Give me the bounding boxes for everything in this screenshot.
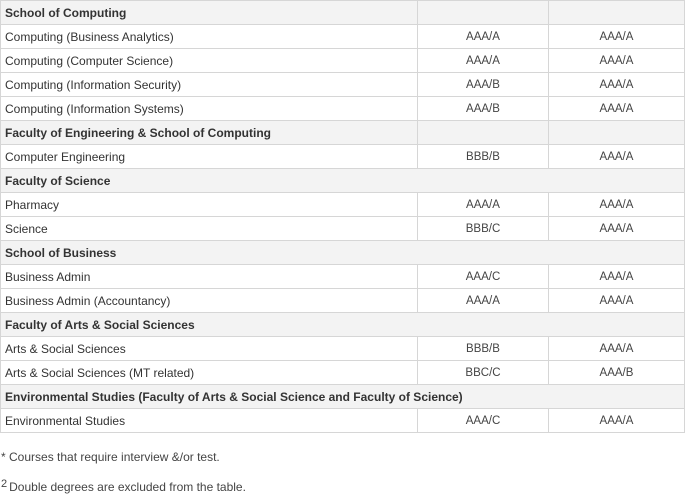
table-row: Computer Engineering BBB/B AAA/A: [0, 144, 685, 169]
footnote-marker: 2: [1, 478, 8, 490]
grade-cell-1: BBB/B: [417, 336, 549, 361]
empty-cell: [548, 120, 685, 145]
grade-cell-2: AAA/A: [548, 408, 685, 433]
empty-cell: [417, 120, 549, 145]
grade-cell-2: AAA/A: [548, 144, 685, 169]
table-row: Environmental Studies AAA/C AAA/A: [0, 408, 685, 433]
grade-cell-2: AAA/A: [548, 216, 685, 241]
course-name: Science: [0, 216, 418, 241]
grade-cell-2: AAA/A: [548, 96, 685, 121]
section-row: Faculty of Engineering & School of Compu…: [0, 120, 685, 145]
section-row: Environmental Studies (Faculty of Arts &…: [0, 384, 685, 409]
course-name: Computing (Information Security): [0, 72, 418, 97]
course-name: Computing (Information Systems): [0, 96, 418, 121]
table-row: Business Admin AAA/C AAA/A: [0, 264, 685, 289]
grade-cell-2: AAA/A: [548, 48, 685, 73]
empty-cell: [548, 0, 685, 25]
section-row: Faculty of Arts & Social Sciences: [0, 312, 685, 337]
grade-cell-1: AAA/C: [417, 408, 549, 433]
grade-cell-1: BBB/B: [417, 144, 549, 169]
course-name: Pharmacy: [0, 192, 418, 217]
grade-cell-1: AAA/C: [417, 264, 549, 289]
section-label: School of Computing: [0, 0, 418, 25]
course-name: Business Admin: [0, 264, 418, 289]
course-name: Arts & Social Sciences: [0, 336, 418, 361]
section-label: School of Business: [0, 240, 685, 265]
course-name: Business Admin (Accountancy): [0, 288, 418, 313]
grade-cell-2: AAA/B: [548, 360, 685, 385]
section-row: School of Computing: [0, 0, 685, 25]
course-name: Arts & Social Sciences (MT related): [0, 360, 418, 385]
grade-cell-2: AAA/A: [548, 72, 685, 97]
course-name: Environmental Studies: [0, 408, 418, 433]
section-label: Faculty of Science: [0, 168, 685, 193]
table-row: Business Admin (Accountancy) AAA/A AAA/A: [0, 288, 685, 313]
grade-cell-1: AAA/B: [417, 96, 549, 121]
section-label: Environmental Studies (Faculty of Arts &…: [0, 384, 685, 409]
footnote-interview: * Courses that require interview &/or te…: [1, 450, 220, 464]
course-name: Computer Engineering: [0, 144, 418, 169]
course-name: Computing (Business Analytics): [0, 24, 418, 49]
table-row: Arts & Social Sciences BBB/B AAA/A: [0, 336, 685, 361]
grade-cell-1: AAA/A: [417, 48, 549, 73]
grade-cell-1: AAA/A: [417, 24, 549, 49]
table-row: Computing (Information Systems) AAA/B AA…: [0, 96, 685, 121]
table-body: School of Computing Computing (Business …: [0, 0, 685, 433]
grade-cell-1: BBB/C: [417, 216, 549, 241]
section-row: Faculty of Science: [0, 168, 685, 193]
section-label: Faculty of Arts & Social Sciences: [0, 312, 685, 337]
table-row: Pharmacy AAA/A AAA/A: [0, 192, 685, 217]
grade-cell-2: AAA/A: [548, 192, 685, 217]
course-name: Computing (Computer Science): [0, 48, 418, 73]
table-row: Computing (Computer Science) AAA/A AAA/A: [0, 48, 685, 73]
footnote-text: Double degrees are excluded from the tab…: [9, 480, 246, 494]
grade-cell-2: AAA/A: [548, 336, 685, 361]
grade-cell-2: AAA/A: [548, 24, 685, 49]
grade-cell-1: AAA/A: [417, 288, 549, 313]
grade-cell-2: AAA/A: [548, 288, 685, 313]
empty-cell: [417, 0, 549, 25]
grade-cell-2: AAA/A: [548, 264, 685, 289]
footnote-double-degrees: 2 Double degrees are excluded from the ta…: [1, 478, 246, 494]
table-row: Computing (Business Analytics) AAA/A AAA…: [0, 24, 685, 49]
table-row: Arts & Social Sciences (MT related) BBC/…: [0, 360, 685, 385]
section-row: School of Business: [0, 240, 685, 265]
table-row: Science BBB/C AAA/A: [0, 216, 685, 241]
grade-cell-1: AAA/B: [417, 72, 549, 97]
table-row: Computing (Information Security) AAA/B A…: [0, 72, 685, 97]
section-label: Faculty of Engineering & School of Compu…: [0, 120, 418, 145]
admission-grades-table: School of Computing Computing (Business …: [0, 0, 685, 433]
grade-cell-1: BBC/C: [417, 360, 549, 385]
grade-cell-1: AAA/A: [417, 192, 549, 217]
